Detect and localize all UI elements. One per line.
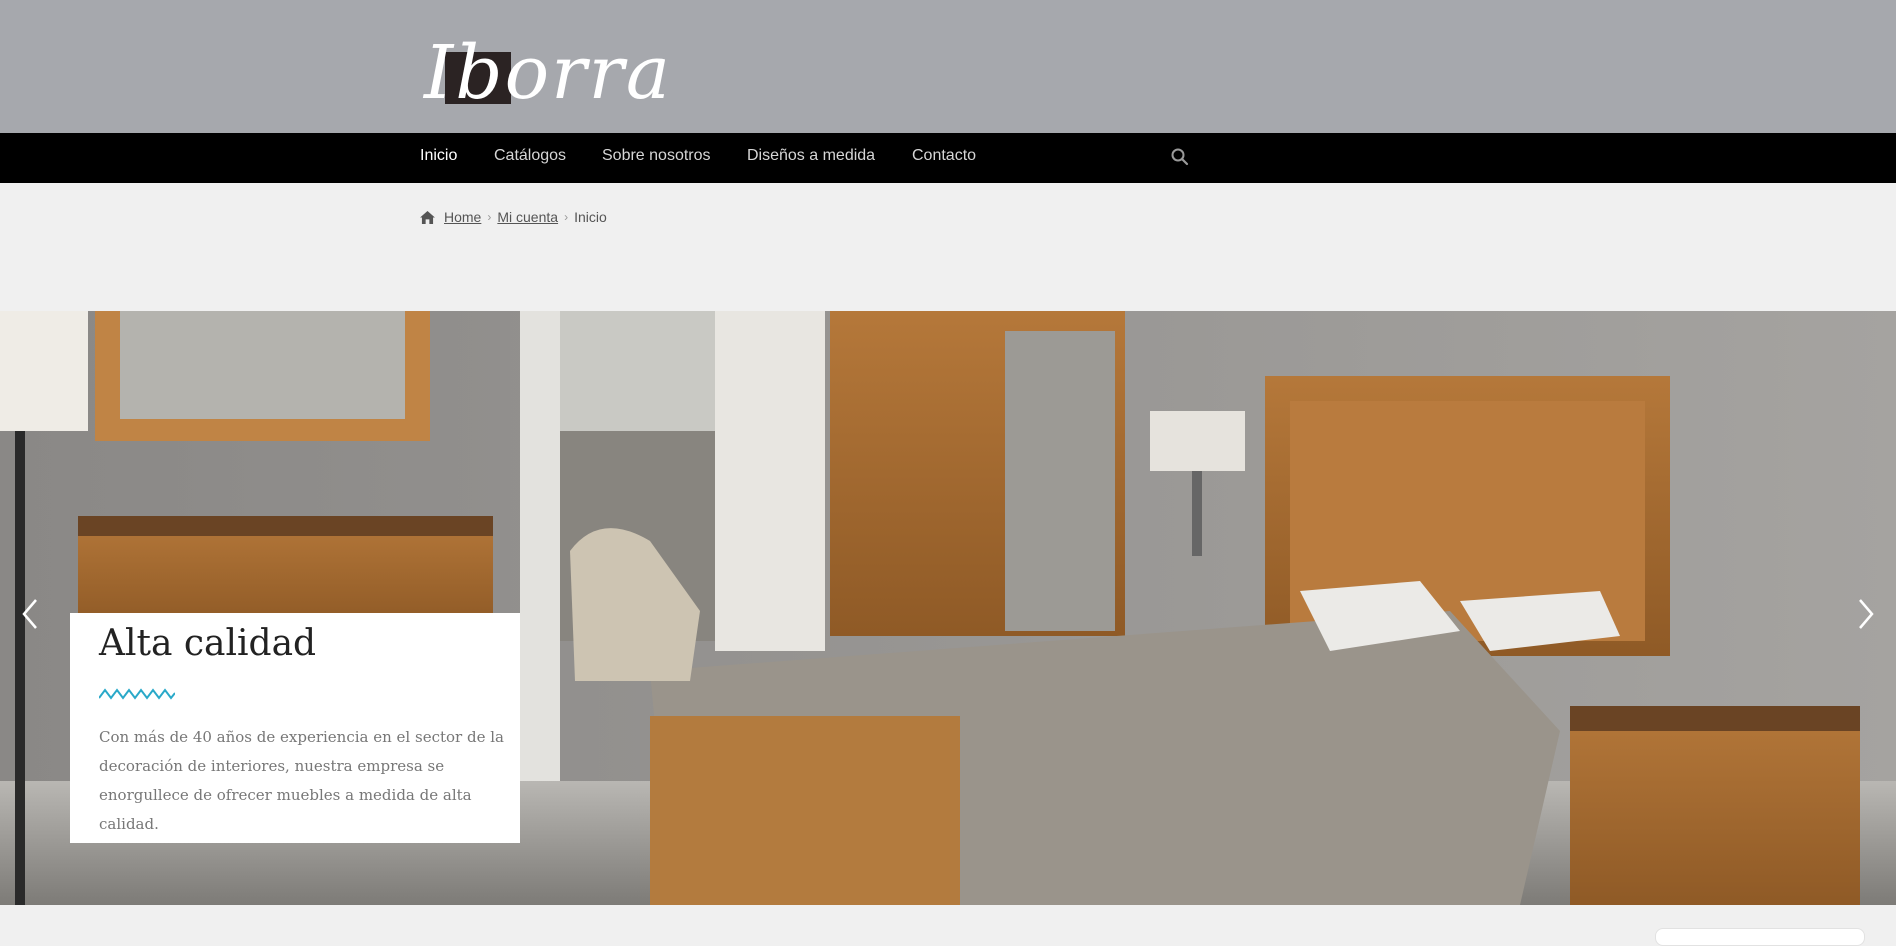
logo-text: Iborra <box>424 30 673 116</box>
nav-item-catalogos[interactable]: Catálogos <box>494 147 566 165</box>
slide-caption-card: Alta calidad Con más de 40 años de exper… <box>70 613 520 843</box>
breadcrumb-separator-icon: › <box>564 210 569 224</box>
home-icon <box>420 210 435 224</box>
nav-item-inicio[interactable]: Inicio <box>420 147 457 165</box>
breadcrumb-link-home[interactable]: Home <box>444 209 481 225</box>
site-header: Iborra <box>0 0 1896 133</box>
breadcrumb-link-mi-cuenta[interactable]: Mi cuenta <box>497 209 558 225</box>
search-icon[interactable] <box>1170 147 1190 167</box>
site-logo[interactable]: Iborra <box>420 30 670 116</box>
nav-item-sobre-nosotros[interactable]: Sobre nosotros <box>602 147 711 165</box>
wave-divider-icon <box>99 688 175 700</box>
breadcrumb-separator-icon: › <box>487 210 492 224</box>
breadcrumb: Home › Mi cuenta › Inicio <box>420 209 607 225</box>
nav-item-disenos-a-medida[interactable]: Diseños a medida <box>747 147 875 165</box>
hero-slider: Alta calidad Con más de 40 años de exper… <box>0 311 1896 905</box>
chevron-right-icon[interactable] <box>1854 592 1880 636</box>
slide-title: Alta calidad <box>99 623 317 664</box>
slide-description: Con más de 40 años de experiencia en el … <box>99 728 504 833</box>
bottom-floating-widget[interactable] <box>1655 928 1865 946</box>
chevron-left-icon[interactable] <box>16 592 42 636</box>
nav-item-contacto[interactable]: Contacto <box>912 147 976 165</box>
main-navigation: Inicio Catálogos Sobre nosotros Diseños … <box>0 133 1896 183</box>
breadcrumb-current: Inicio <box>574 209 607 225</box>
